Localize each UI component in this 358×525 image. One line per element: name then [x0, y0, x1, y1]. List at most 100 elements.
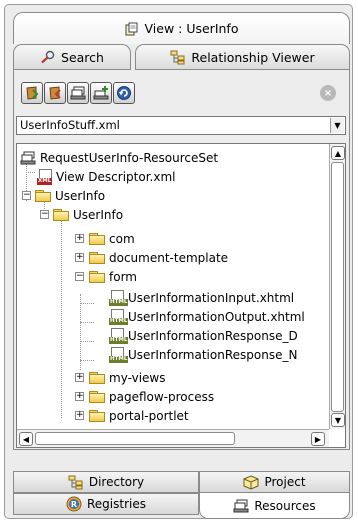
tab-registries[interactable]: R Registries: [13, 493, 199, 515]
tree-item-html-file[interactable]: HTML UserInformationResponse_N: [109, 345, 297, 364]
magnifier-icon: [40, 50, 56, 64]
relationship-icon: [170, 50, 186, 65]
horizontal-scroll-thumb[interactable]: [35, 432, 235, 445]
tree-item-label: UserInfo: [55, 188, 106, 203]
resource-set-icon: [20, 151, 36, 165]
stack-button[interactable]: [67, 82, 89, 104]
resource-tree: RequestUserInfo-ResourceSet XML View Des…: [16, 143, 346, 448]
html-badge: HTML: [109, 317, 129, 325]
resources-icon: [233, 499, 249, 513]
tree-item-pageflow-process[interactable]: pageflow-process: [89, 387, 214, 406]
view-icon: [125, 22, 139, 36]
resource-file-select[interactable]: UserInfoStuff.xml ▼: [16, 116, 346, 135]
tree-connector: [80, 294, 81, 370]
add-file-icon: [24, 85, 40, 101]
tree-item-label: document-template: [109, 250, 229, 265]
expand-toggle[interactable]: +: [75, 253, 84, 262]
svg-text:R: R: [71, 500, 77, 509]
tree-item-resource-set[interactable]: RequestUserInfo-ResourceSet: [20, 148, 218, 167]
tab-relationship-viewer[interactable]: Relationship Viewer: [135, 44, 350, 70]
chevron-up-icon: ▲: [334, 148, 342, 158]
tree-connector: [80, 303, 94, 304]
collapse-toggle[interactable]: −: [22, 191, 31, 200]
collapse-toggle[interactable]: −: [75, 272, 84, 281]
add-file-button[interactable]: [21, 82, 43, 104]
project-icon: [243, 474, 259, 490]
chevron-down-icon[interactable]: ▼: [330, 118, 344, 133]
tree-item-portal-portlet[interactable]: portal-portlet: [89, 406, 189, 425]
tree-item-label: View Descriptor.xml: [56, 169, 176, 184]
folder-icon: [89, 251, 105, 264]
tab-resources[interactable]: Resources: [199, 493, 350, 519]
xml-badge: XML: [37, 177, 53, 185]
remove-file-button[interactable]: [44, 82, 66, 104]
html-file-icon: HTML: [109, 289, 129, 306]
view-title: View : UserInfo: [144, 21, 239, 36]
tree-connector: [80, 322, 94, 323]
tree-connector: [61, 218, 62, 418]
tab-project[interactable]: Project: [199, 471, 350, 493]
tree-item-document-template[interactable]: document-template: [89, 248, 228, 267]
view-title-tab[interactable]: View : UserInfo: [13, 12, 350, 44]
refresh-icon: [116, 85, 132, 101]
vertical-scrollbar[interactable]: ▲ ▼: [329, 144, 345, 429]
tree-item-userinfo[interactable]: UserInfo: [53, 205, 123, 224]
folder-icon: [89, 270, 105, 283]
stop-icon[interactable]: ×: [320, 85, 336, 101]
tree-item-label: my-views: [109, 370, 166, 385]
tree-item-label: form: [109, 269, 137, 284]
tree-connector: [26, 172, 35, 173]
html-badge: HTML: [109, 336, 129, 344]
html-badge: HTML: [109, 355, 129, 363]
xml-file-icon: XML: [37, 168, 53, 185]
folder-icon: [89, 409, 105, 422]
tree-item-view-descriptor[interactable]: XML View Descriptor.xml: [37, 167, 175, 186]
folder-icon: [89, 371, 105, 384]
folder-icon: [35, 189, 51, 202]
folder-icon: [89, 232, 105, 245]
folder-icon: [89, 390, 105, 403]
expand-toggle[interactable]: +: [75, 411, 84, 420]
resource-file-value: UserInfoStuff.xml: [20, 118, 120, 132]
collapse-toggle[interactable]: −: [40, 210, 49, 219]
tree-item-com[interactable]: com: [89, 229, 135, 248]
expand-toggle[interactable]: +: [75, 373, 84, 382]
remove-file-icon: [47, 85, 63, 101]
tree-item-label: pageflow-process: [109, 389, 215, 404]
tree-connector: [80, 360, 94, 361]
tree-item-label: UserInformationResponse_N: [128, 347, 298, 362]
tree-item-html-file[interactable]: HTML UserInformationOutput.xhtml: [109, 307, 305, 326]
scroll-up-button[interactable]: ▲: [331, 146, 345, 160]
chevron-left-icon: ◀: [22, 434, 30, 444]
registries-icon: R: [66, 496, 82, 512]
horizontal-scrollbar[interactable]: ◀ ▶: [17, 429, 329, 447]
chevron-down-icon: ▼: [334, 415, 342, 425]
tab-search[interactable]: Search: [13, 44, 131, 70]
tree-item-form[interactable]: form: [89, 267, 137, 286]
tree-item-label: UserInformationInput.xhtml: [128, 290, 295, 305]
scroll-left-button[interactable]: ◀: [19, 432, 33, 446]
tab-registries-label: Registries: [87, 497, 146, 511]
tree-item-label: UserInformationResponse_D: [128, 328, 298, 343]
add-stack-icon: [93, 85, 109, 101]
add-stack-button[interactable]: [90, 82, 112, 104]
tree-item-html-file[interactable]: HTML UserInformationResponse_D: [109, 326, 298, 345]
expand-toggle[interactable]: +: [75, 392, 84, 401]
tree-item-label: UserInfo: [73, 207, 124, 222]
tab-relationship-label: Relationship Viewer: [191, 49, 315, 65]
expand-toggle[interactable]: +: [75, 234, 84, 243]
scroll-down-button[interactable]: ▼: [331, 413, 345, 427]
tab-directory-label: Directory: [88, 475, 145, 489]
tree-item-my-views[interactable]: my-views: [89, 368, 165, 387]
html-file-icon: HTML: [109, 327, 129, 344]
tree-item-userinfo-root[interactable]: UserInfo: [35, 186, 105, 205]
tree-item-label: portal-portlet: [109, 408, 189, 423]
html-file-icon: HTML: [109, 346, 129, 363]
tab-directory[interactable]: Directory: [13, 471, 199, 493]
tree-item-label: UserInformationOutput.xhtml: [128, 309, 305, 324]
tree-item-html-file[interactable]: HTML UserInformationInput.xhtml: [109, 288, 294, 307]
vertical-scroll-thumb[interactable]: [331, 162, 344, 412]
refresh-button[interactable]: [113, 82, 135, 104]
scroll-right-button[interactable]: ▶: [311, 432, 325, 446]
tree-item-label: com: [109, 231, 135, 246]
